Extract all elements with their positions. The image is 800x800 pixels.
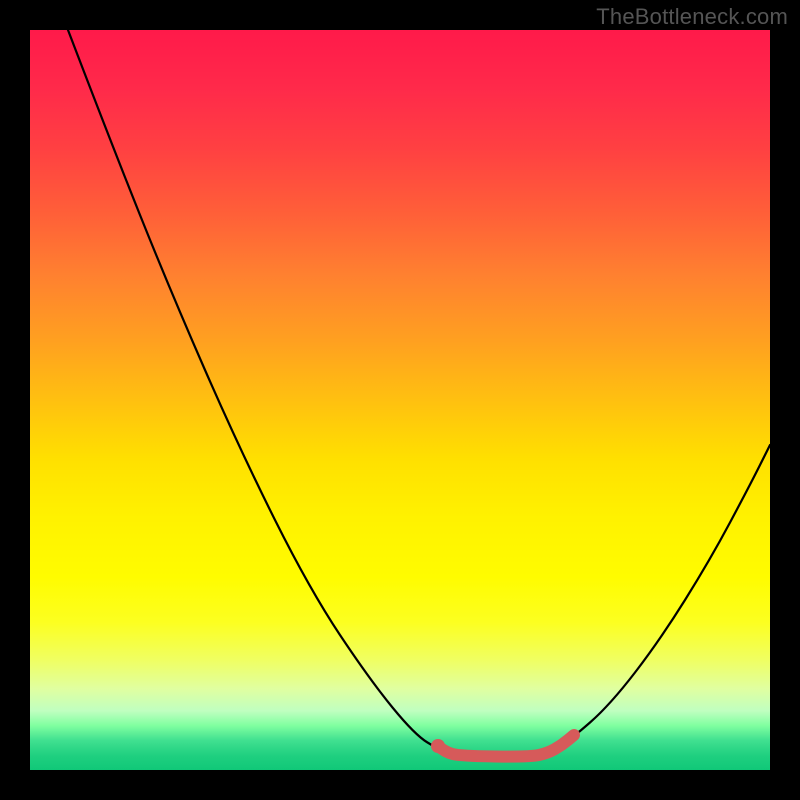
main-curve: [68, 30, 770, 755]
plot-area: [30, 30, 770, 770]
highlight-dot: [431, 739, 445, 753]
highlight-segment: [438, 735, 574, 757]
watermark-text: TheBottleneck.com: [596, 4, 788, 30]
chart-svg: [30, 30, 770, 770]
